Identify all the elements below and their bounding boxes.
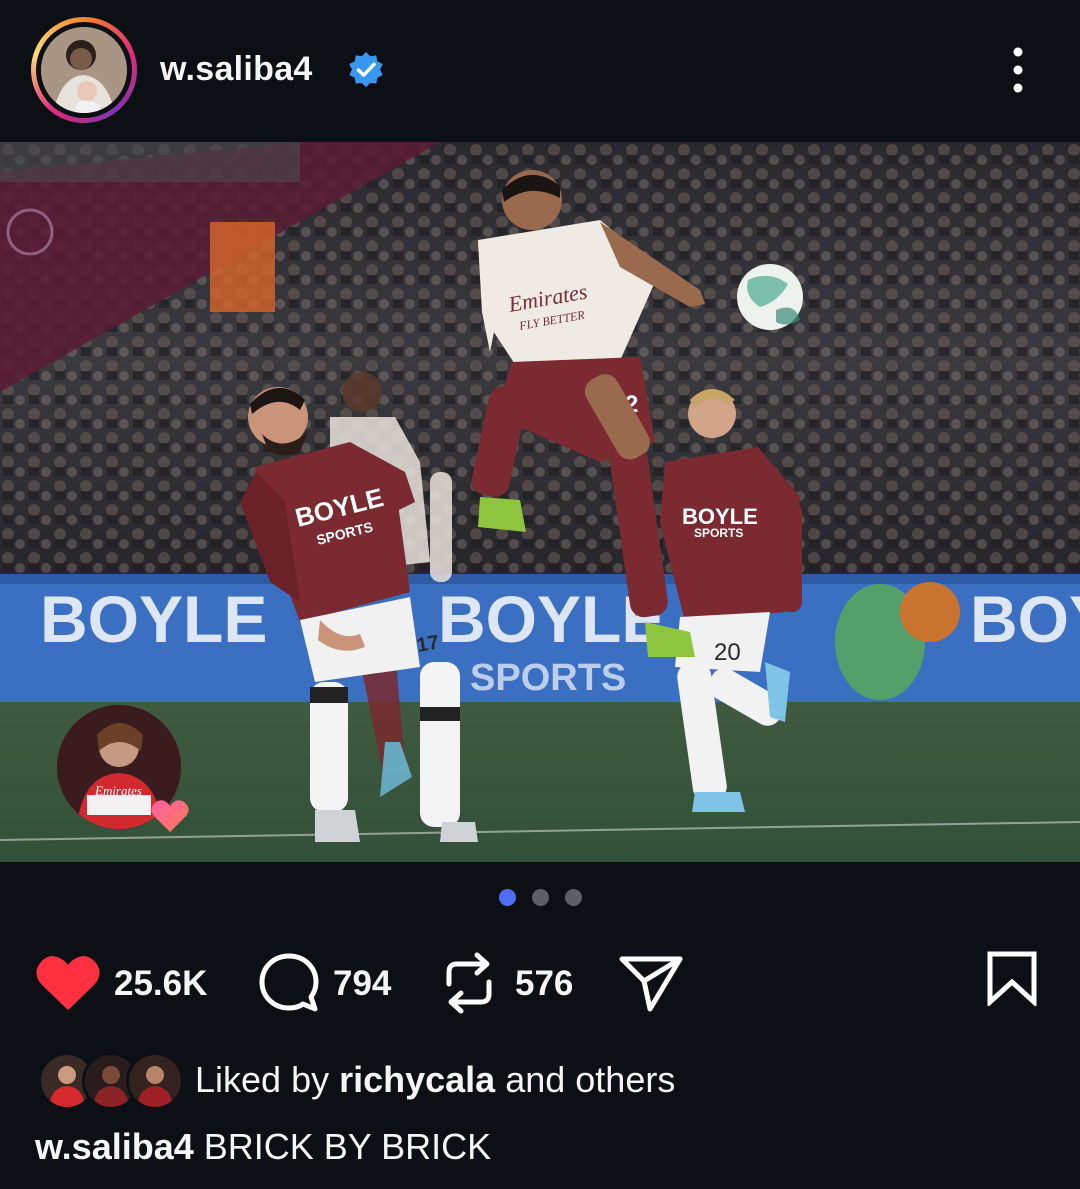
caption-username[interactable]: w.saliba4 [35,1126,194,1167]
ad-board-text-3: SPORTS [470,657,626,699]
carousel-dot-active [498,889,516,906]
shorts-number-right: 20 [714,639,741,666]
liked-by-username[interactable]: richycala [339,1059,495,1100]
avatar-photo [41,27,127,113]
post-header: w.saliba4 [0,0,1080,142]
comment-count[interactable]: 794 [333,964,391,1004]
comment-icon[interactable] [257,951,321,1015]
liker-avatar [126,1052,184,1110]
caption-text: BRICK BY BRICK [193,1126,492,1167]
profile-avatar[interactable] [31,17,137,123]
post-caption: w.saliba4 BRICK BY BRICK [35,1126,491,1168]
more-vertical-icon[interactable] [1000,44,1036,96]
bookmark-icon[interactable] [986,950,1038,1006]
carousel-dot [564,889,582,906]
story-shirt-text: Emirates [94,783,142,798]
home-sponsor-2b: SPORTS [694,526,743,540]
carousel-indicator [0,889,1080,907]
verified-badge-icon [349,51,383,88]
username[interactable]: w.saliba4 [160,50,313,89]
shorts-number-left: 17 [415,631,441,657]
ad-board-text-1: BOYLE [40,582,267,656]
repost-count[interactable]: 576 [515,964,573,1004]
liked-by-text: Liked by richycala and others [195,1059,676,1100]
ad-board-text-4: BOYLE [970,582,1080,656]
share-send-icon[interactable] [618,953,684,1013]
carousel-dot [531,889,549,906]
like-heart-icon[interactable] [35,954,101,1012]
like-count[interactable]: 25.6K [114,964,207,1004]
repost-icon[interactable] [441,950,497,1016]
liked-by-row[interactable]: Liked by richycala and others [38,1052,1038,1110]
heart-sticker-icon [151,800,189,832]
